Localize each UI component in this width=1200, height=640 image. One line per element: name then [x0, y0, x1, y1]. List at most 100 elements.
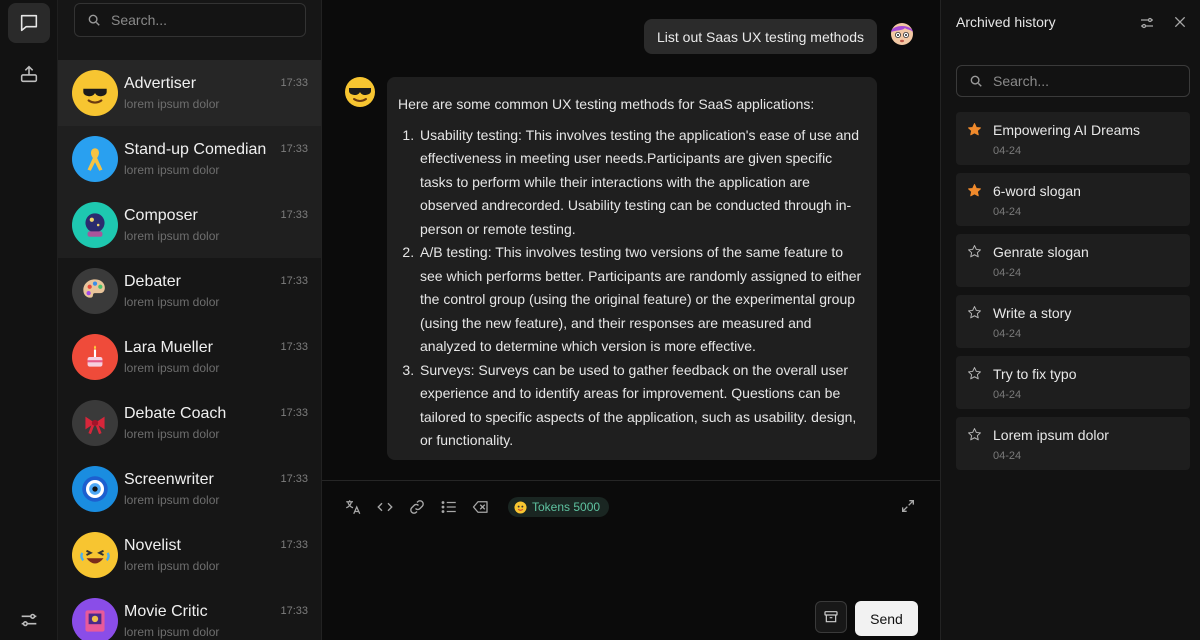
archive-item[interactable]: Try to fix typo 04-24 — [956, 356, 1190, 409]
archive-item-title: 6-word slogan — [993, 183, 1081, 199]
icon-rail — [0, 0, 58, 640]
chat-avatar — [72, 136, 118, 182]
chat-item-text: Advertiser lorem ipsum dolor — [124, 74, 219, 112]
chat-item-name: Advertiser — [124, 75, 197, 92]
chat-item-name: Stand-up Comedian — [124, 141, 267, 158]
chat-item[interactable]: Advertiser lorem ipsum dolor 17:33 — [58, 60, 321, 126]
bot-intro: Here are some common UX testing methods … — [398, 96, 815, 112]
chat-avatar — [72, 268, 118, 314]
star-icon[interactable] — [967, 244, 982, 264]
tokens-badge: Tokens 5000 — [508, 497, 610, 517]
chat-item-time: 17:33 — [280, 539, 308, 551]
search-icon — [88, 14, 100, 26]
archive-title: Archived history — [956, 14, 1056, 30]
chat-item-preview: lorem ipsum dolor — [124, 361, 220, 375]
chat-item-preview: lorem ipsum dolor — [124, 229, 220, 243]
chat-item-name: Debate Coach — [124, 405, 227, 422]
chat-item-preview: lorem ipsum dolor — [124, 493, 220, 507]
archive-close-button[interactable] — [1172, 14, 1188, 35]
code-button[interactable] — [376, 498, 394, 516]
archive-item[interactable]: Genrate slogan 04-24 — [956, 234, 1190, 287]
tokens-label: Tokens 5000 — [532, 500, 601, 514]
chat-avatar — [72, 598, 118, 640]
token-emoji-icon — [514, 500, 527, 514]
chat-items: Advertiser lorem ipsum dolor 17:33 Stand-up… — [58, 60, 321, 640]
sliders-icon — [21, 613, 37, 627]
star-icon[interactable] — [967, 122, 982, 142]
send-button[interactable]: Send — [855, 601, 918, 636]
star-icon[interactable] — [967, 427, 982, 447]
archive-search-input[interactable]: Search... — [956, 65, 1190, 97]
sunglasses-emoji-icon — [79, 77, 111, 109]
chat-item[interactable]: Debater lorem ipsum dolor 17:33 — [58, 258, 321, 324]
chat-item-name: Composer — [124, 207, 198, 224]
star-icon[interactable] — [967, 366, 982, 386]
chat-item-time: 17:33 — [280, 209, 308, 221]
translate-button[interactable] — [344, 498, 362, 516]
chat-bubble-icon — [20, 14, 38, 32]
settings-nav-button[interactable] — [8, 600, 50, 640]
picture-icon — [85, 610, 105, 632]
bot-message: Here are some common UX testing methods … — [387, 77, 877, 460]
archive-button[interactable] — [815, 601, 847, 633]
chat-item-time: 17:33 — [280, 143, 308, 155]
chat-item-text: Lara Mueller lorem ipsum dolor — [124, 338, 219, 376]
composer-toolbar: Tokens 5000 — [344, 496, 610, 518]
chat-avatar — [72, 70, 118, 116]
chat-item-text: Composer lorem ipsum dolor — [124, 206, 219, 244]
link-button[interactable] — [408, 498, 426, 516]
chat-item-preview: lorem ipsum dolor — [124, 625, 220, 639]
archive-item[interactable]: Lorem ipsum dolor 04-24 — [956, 417, 1190, 470]
close-icon — [1174, 16, 1186, 28]
chat-item-text: Debater lorem ipsum dolor — [124, 272, 219, 310]
list-button[interactable] — [440, 498, 458, 516]
archive-item[interactable]: Write a story 04-24 — [956, 295, 1190, 348]
cake-icon — [87, 345, 103, 367]
archive-item-title: Write a story — [993, 305, 1072, 321]
chat-item-text: Novelist lorem ipsum dolor — [124, 536, 219, 574]
archive-item[interactable]: Empowering AI Dreams 04-24 — [956, 112, 1190, 165]
chat-item[interactable]: Composer lorem ipsum dolor 17:33 — [58, 192, 321, 258]
chat-item-preview: lorem ipsum dolor — [124, 559, 220, 573]
chat-item-name: Screenwriter — [124, 471, 214, 488]
composer-divider — [322, 480, 940, 481]
link-icon — [410, 500, 424, 514]
expand-button[interactable] — [900, 498, 916, 519]
chat-item[interactable]: Novelist lorem ipsum dolor 17:33 — [58, 522, 321, 588]
chat-item[interactable]: Debate Coach lorem ipsum dolor 17:33 — [58, 390, 321, 456]
chat-item-name: Lara Mueller — [124, 339, 213, 356]
upload-tray-icon — [20, 65, 38, 83]
archive-item-date: 04-24 — [993, 450, 1022, 462]
archive-item-date: 04-24 — [993, 145, 1022, 157]
eye-amulet-icon — [82, 476, 108, 502]
clear-button[interactable] — [472, 498, 490, 516]
chat-nav-button[interactable] — [8, 3, 50, 43]
archive-item-title: Try to fix typo — [993, 366, 1077, 382]
sliders-icon — [1141, 17, 1153, 29]
chat-item[interactable]: Movie Critic lorem ipsum dolor 17:33 — [58, 588, 321, 640]
chat-item-preview: lorem ipsum dolor — [124, 97, 220, 111]
bot-avatar-icon — [345, 77, 375, 107]
star-icon[interactable] — [967, 183, 982, 203]
list-icon — [441, 501, 456, 513]
chat-item-text: Screenwriter lorem ipsum dolor — [124, 470, 219, 508]
translate-icon — [346, 500, 361, 515]
chat-item-text: Movie Critic lorem ipsum dolor — [124, 602, 219, 640]
ribbon-icon — [87, 148, 103, 171]
chat-item[interactable]: Screenwriter lorem ipsum dolor 17:33 — [58, 456, 321, 522]
chat-avatar — [72, 400, 118, 446]
chat-search-input[interactable]: Search... — [74, 3, 306, 37]
bow-icon — [85, 416, 105, 435]
chat-list-panel: Search... Advertiser lorem ipsum dolor 17:… — [58, 0, 322, 640]
chat-item[interactable]: Lara Mueller lorem ipsum dolor 17:33 — [58, 324, 321, 390]
chat-item[interactable]: Stand-up Comedian lorem ipsum dolor 17:33 — [58, 126, 321, 192]
chat-item-preview: lorem ipsum dolor — [124, 163, 220, 177]
archive-item[interactable]: 6-word slogan 04-24 — [956, 173, 1190, 226]
chat-avatar — [72, 202, 118, 248]
conversation-panel: List out Saas UX testing methods Here ar… — [322, 0, 940, 640]
star-icon[interactable] — [967, 305, 982, 325]
chat-item-text: Debate Coach lorem ipsum dolor — [124, 404, 226, 442]
upload-nav-button[interactable] — [8, 54, 50, 94]
archive-filter-button[interactable] — [1138, 14, 1156, 37]
chat-item-time: 17:33 — [280, 605, 308, 617]
